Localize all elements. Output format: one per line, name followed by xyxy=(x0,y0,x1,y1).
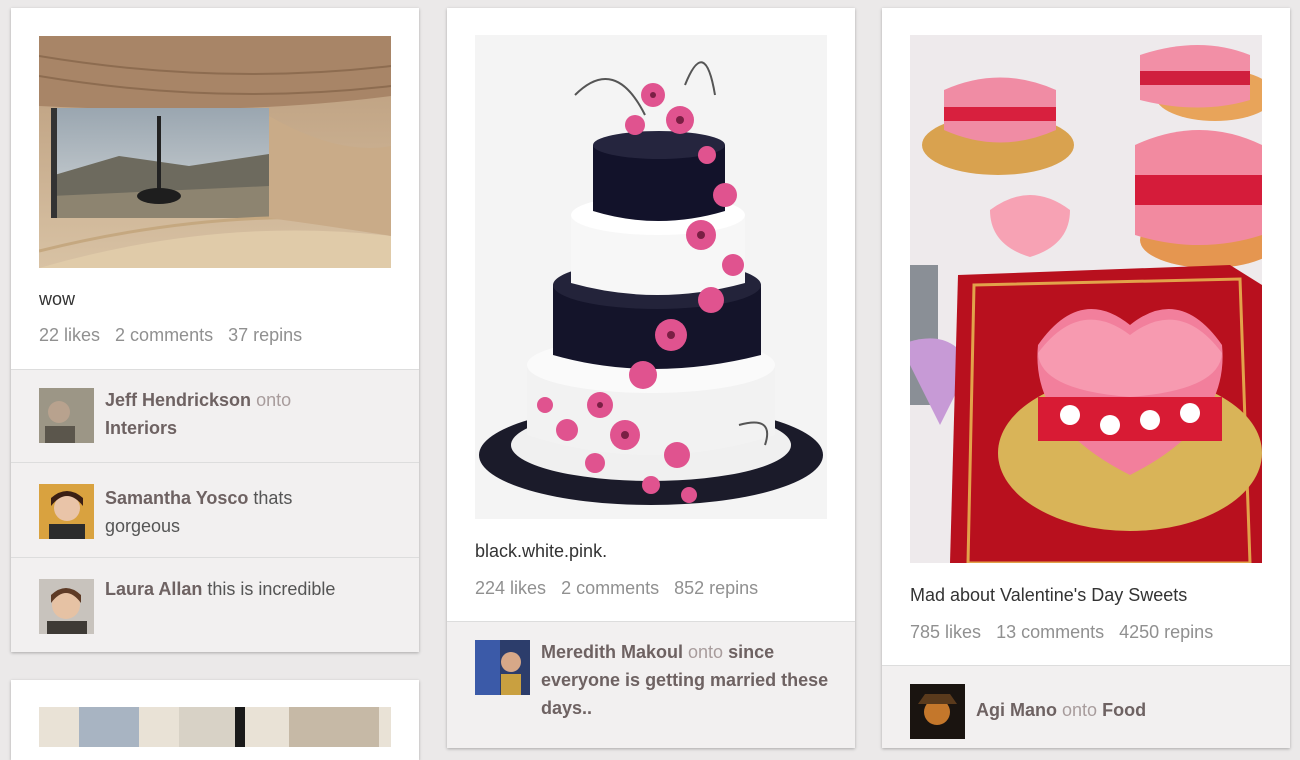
pin-activity-repin: Meredith Makoul onto since everyone is g… xyxy=(447,621,855,748)
likes-count: 22 likes xyxy=(39,325,101,345)
pin-stats: 22 likes 2 comments 37 repins xyxy=(39,325,312,346)
pin-stats: 224 likes 2 comments 852 repins xyxy=(475,578,768,599)
activity-text: Agi Mano onto Food xyxy=(976,696,1266,724)
likes-count: 785 likes xyxy=(910,622,982,642)
pin-activity-repin: Agi Mano onto Food xyxy=(882,665,1290,748)
repins-count: 37 repins xyxy=(228,325,303,345)
user-name-link[interactable]: Agi Mano xyxy=(976,700,1057,720)
pin-card-sweets[interactable]: Mad about Valentine's Day Sweets 785 lik… xyxy=(882,8,1290,748)
user-name-link[interactable]: Jeff Hendrickson xyxy=(105,390,251,410)
avatar[interactable] xyxy=(39,388,94,443)
pin-comment: Laura Allan this is incredible xyxy=(11,557,419,652)
pin-card-partial[interactable] xyxy=(11,680,419,760)
activity-text: Jeff Hendrickson onto Interiors xyxy=(105,386,385,442)
avatar[interactable] xyxy=(39,579,94,634)
repins-count: 4250 repins xyxy=(1119,622,1214,642)
board-name-link[interactable]: Interiors xyxy=(105,418,177,438)
pin-image-macarons[interactable] xyxy=(910,35,1262,563)
pin-description: Mad about Valentine's Day Sweets xyxy=(910,585,1188,605)
onto-label: onto xyxy=(256,390,292,410)
pin-description: black.white.pink. xyxy=(475,541,608,561)
user-name-link[interactable]: Laura Allan xyxy=(105,579,202,599)
activity-text: Laura Allan this is incredible xyxy=(105,575,395,603)
pin-description: wow xyxy=(39,289,76,309)
pin-card-interiors[interactable]: wow 22 likes 2 comments 37 repins Jeff H… xyxy=(11,8,419,652)
comment-text: this is incredible xyxy=(207,579,336,599)
comments-count: 2 comments xyxy=(115,325,214,345)
onto-label: onto xyxy=(688,642,724,662)
user-name-link[interactable]: Samantha Yosco xyxy=(105,488,248,508)
pin-image-interior[interactable] xyxy=(39,36,391,268)
comments-count: 2 comments xyxy=(561,578,660,598)
activity-text: Samantha Yosco thats gorgeous xyxy=(105,484,345,540)
pin-image-cake[interactable] xyxy=(475,35,827,519)
pin-card-cake[interactable]: black.white.pink. 224 likes 2 comments 8… xyxy=(447,8,855,748)
avatar[interactable] xyxy=(475,640,530,695)
onto-label: onto xyxy=(1062,700,1098,720)
pin-comment: Samantha Yosco thats gorgeous xyxy=(11,462,419,557)
user-name-link[interactable]: Meredith Makoul xyxy=(541,642,683,662)
pin-image-partial[interactable] xyxy=(39,707,391,747)
likes-count: 224 likes xyxy=(475,578,547,598)
comments-count: 13 comments xyxy=(996,622,1105,642)
avatar[interactable] xyxy=(39,484,94,539)
pin-stats: 785 likes 13 comments 4250 repins xyxy=(910,622,1223,643)
repins-count: 852 repins xyxy=(674,578,759,598)
pin-activity-repin: Jeff Hendrickson onto Interiors xyxy=(11,369,419,462)
activity-text: Meredith Makoul onto since everyone is g… xyxy=(541,638,831,722)
board-name-link[interactable]: Food xyxy=(1102,700,1146,720)
